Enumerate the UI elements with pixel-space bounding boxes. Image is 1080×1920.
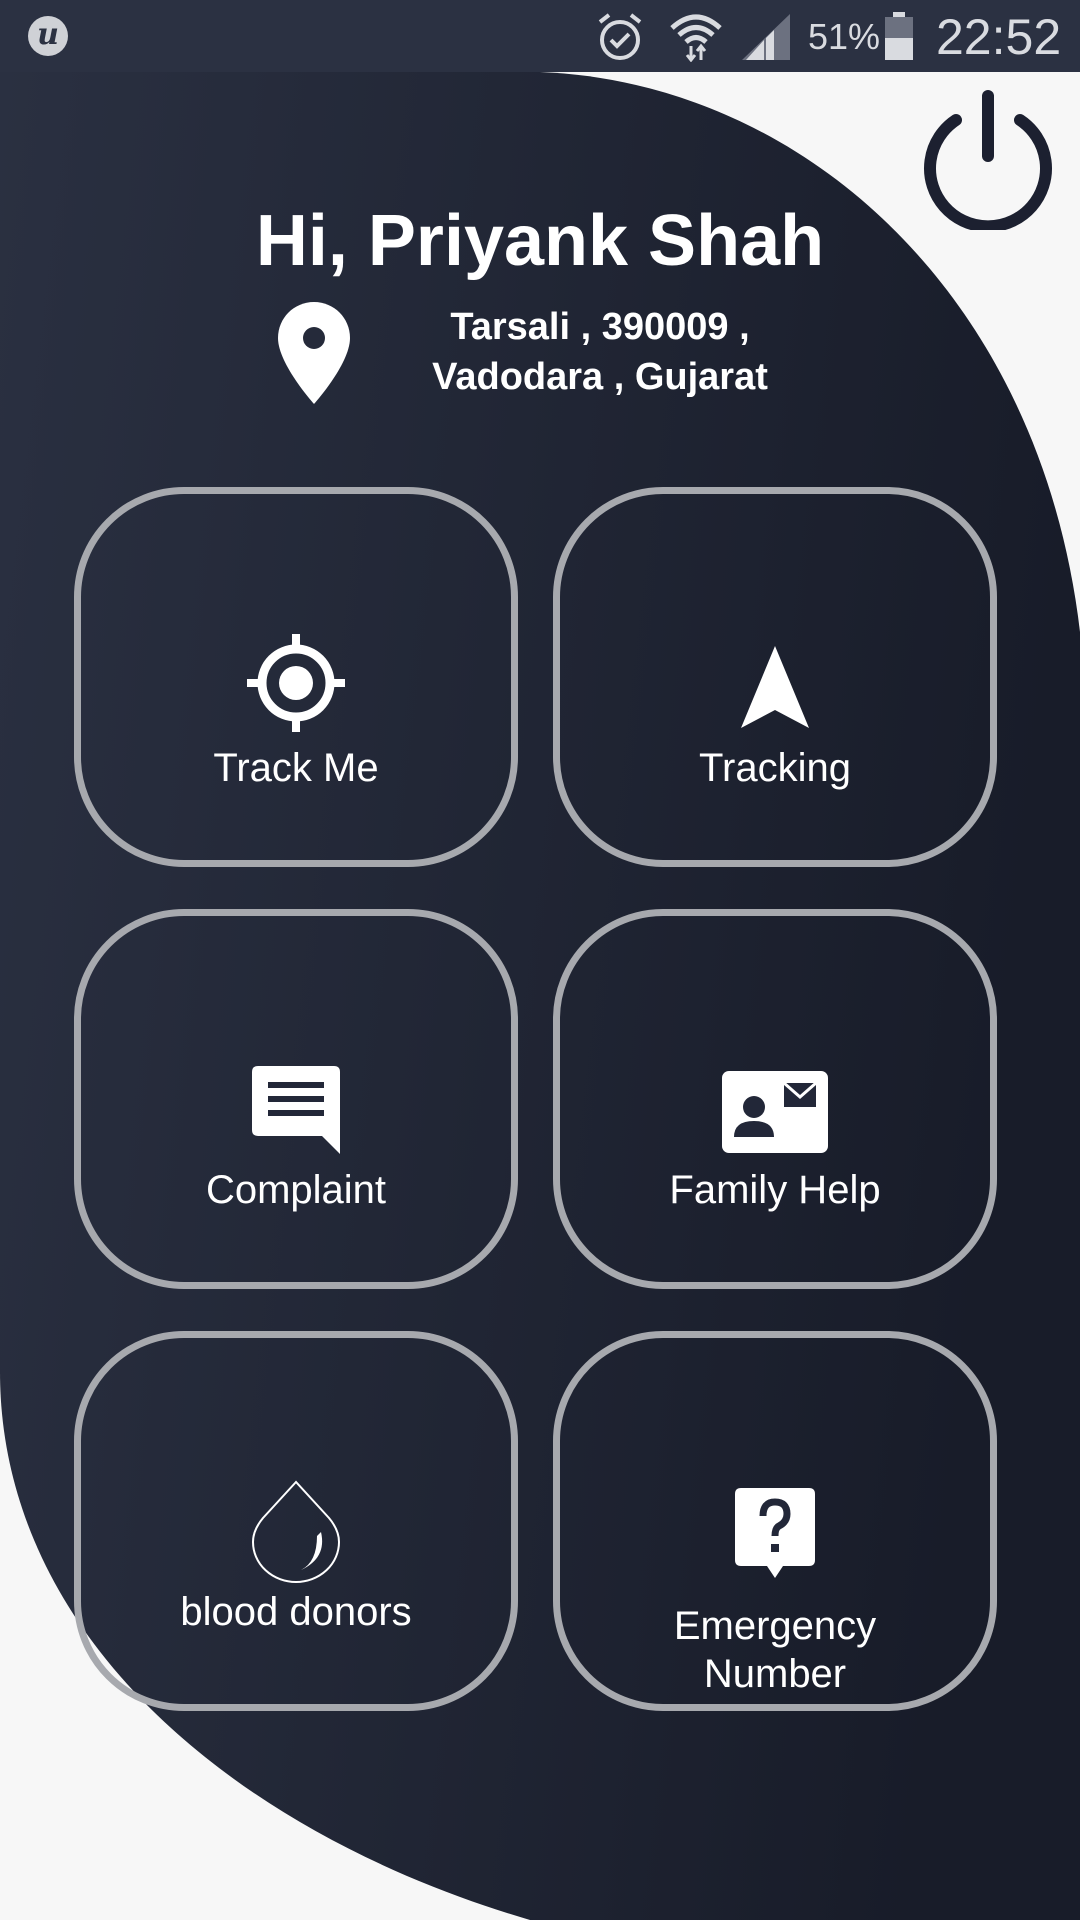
signal-icon: [742, 14, 790, 60]
tracking-button[interactable]: Tracking: [553, 487, 997, 867]
track-me-label: Track Me: [213, 746, 379, 790]
contact-card-icon: [722, 1071, 828, 1153]
family-help-button[interactable]: Family Help: [553, 909, 997, 1289]
battery-percent: 51%: [808, 16, 881, 57]
alarm-icon: [598, 13, 642, 60]
message-icon: [252, 1066, 340, 1154]
complaint-button[interactable]: Complaint: [74, 909, 518, 1289]
emergency-number-button[interactable]: Emergency Number: [553, 1331, 997, 1711]
family-help-label: Family Help: [669, 1168, 881, 1212]
complaint-label: Complaint: [205, 1168, 387, 1212]
wifi-icon: [670, 14, 722, 62]
address-line-2: Vadodara , Gujarat: [432, 356, 768, 398]
emergency-number-label: Emergency Number: [560, 1602, 990, 1698]
track-me-button[interactable]: Track Me: [74, 487, 518, 867]
emergency-label-line-2: Number: [703, 1652, 847, 1696]
emergency-label-line-1: Emergency: [673, 1604, 877, 1648]
blood-donors-button[interactable]: blood donors: [74, 1331, 518, 1711]
map-pin-icon: [278, 302, 350, 404]
status-bar: u 51% 22:52: [0, 0, 1080, 72]
navigation-arrow-icon: [741, 646, 809, 728]
clock: 22:52: [936, 9, 1062, 65]
crosshair-icon: [247, 634, 345, 732]
address-line-1: Tarsali , 390009 ,: [450, 306, 750, 348]
u-logo-icon: u: [28, 16, 68, 56]
tracking-label: Tracking: [699, 746, 851, 790]
blood-drop-icon: [251, 1480, 341, 1583]
address: Tarsali , 390009 , Vadodara , Gujarat: [380, 302, 820, 402]
blood-donors-label: blood donors: [180, 1590, 412, 1634]
help-icon: [735, 1488, 815, 1578]
battery-icon: [885, 12, 913, 60]
greeting-title: Hi, Priyank Shah: [255, 201, 825, 281]
